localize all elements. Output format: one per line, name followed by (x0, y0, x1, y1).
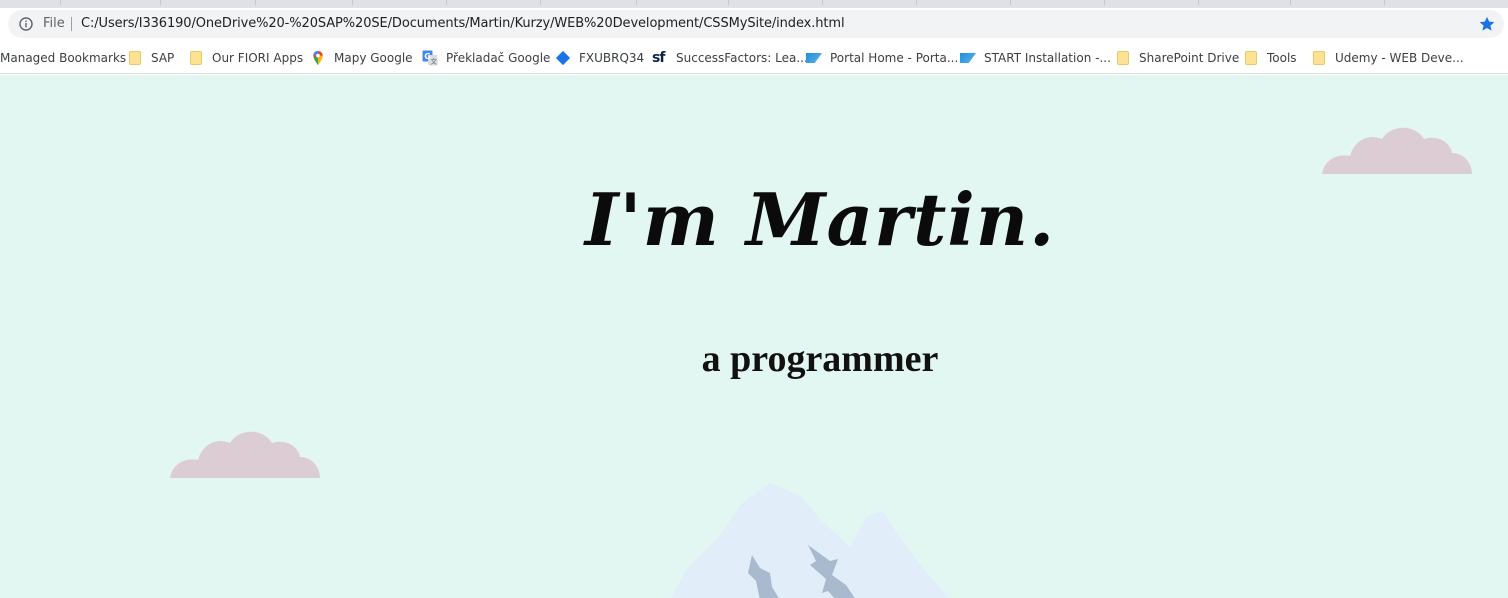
bookmark-fxubrq34[interactable]: FXUBRQ34 (555, 48, 644, 68)
bookmark-label: FXUBRQ34 (579, 51, 645, 65)
translate-icon: G 文 (422, 50, 438, 66)
bookmark-start-installation[interactable]: START Installation -... (960, 48, 1111, 68)
cloud-image (1322, 127, 1472, 174)
bookmark-label: Tools (1267, 51, 1297, 65)
hero-title: I'm Martin. (584, 177, 1056, 262)
svg-text:文: 文 (431, 57, 438, 66)
scheme-label: File (43, 16, 65, 31)
bookmarks-bar: Managed Bookmarks SAP Our FIORI Apps Map… (0, 42, 1508, 74)
tab-strip-edge (0, 0, 1508, 8)
folder-icon (1243, 50, 1259, 66)
bookmark-tools[interactable]: Tools (1243, 48, 1297, 68)
bookmark-label: SAP (151, 51, 175, 65)
bookmark-label: START Installation -... (984, 51, 1111, 65)
sf-icon: sf (652, 50, 665, 66)
url-text[interactable]: C:/Users/I336190/OneDrive%20-%20SAP%20SE… (81, 16, 845, 32)
info-icon[interactable] (19, 17, 33, 31)
sap-logo-icon (806, 50, 822, 66)
folder-icon (188, 50, 204, 66)
bookmark-sharepoint-drive[interactable]: SharePoint Drive (1115, 48, 1239, 68)
folder-icon (1115, 50, 1131, 66)
bookmark-label: Managed Bookmarks (0, 51, 127, 65)
bookmark-sap[interactable]: SAP (127, 48, 174, 68)
bookmark-label: Udemy - WEB Deve... (1335, 51, 1464, 65)
bookmark-star-icon[interactable] (1478, 15, 1496, 33)
bookmark-managed-bookmarks[interactable]: Managed Bookmarks (0, 48, 126, 68)
page-viewport: I'm Martin. a programmer (0, 75, 1508, 598)
address-bar-row: File C:/Users/I336190/OneDrive%20-%20SAP… (0, 8, 1508, 42)
bookmark-label: SharePoint Drive (1139, 51, 1240, 65)
maps-pin-icon (310, 50, 326, 66)
address-separator (71, 17, 72, 31)
bookmark-portal-home[interactable]: Portal Home - Porta... (806, 48, 958, 68)
folder-icon (1311, 50, 1327, 66)
diamond-icon (555, 50, 571, 66)
bookmark-udemy-web-development[interactable]: Udemy - WEB Deve... (1311, 48, 1464, 68)
mountain-image (671, 483, 949, 598)
cloud-image (170, 431, 320, 478)
bookmark-label: SuccessFactors: Lea... (676, 51, 808, 65)
bookmark-mapy-google[interactable]: Mapy Google (310, 48, 413, 68)
sap-logo-icon (960, 50, 976, 66)
bookmark-label: Our FIORI Apps (212, 51, 304, 65)
bookmark-our-fiori-apps[interactable]: Our FIORI Apps (188, 48, 303, 68)
address-bar[interactable]: File C:/Users/I336190/OneDrive%20-%20SAP… (8, 10, 1504, 38)
bookmark-prekladac-google[interactable]: G 文 Překladač Google (422, 48, 550, 68)
bookmark-successfactors[interactable]: sf SuccessFactors: Lea... (652, 48, 808, 68)
folder-icon (127, 50, 143, 66)
bookmark-label: Mapy Google (334, 51, 413, 65)
bookmark-label: Portal Home - Porta... (830, 51, 959, 65)
bookmark-label: Překladač Google (446, 51, 551, 65)
hero-subtitle: a programmer (701, 338, 939, 380)
